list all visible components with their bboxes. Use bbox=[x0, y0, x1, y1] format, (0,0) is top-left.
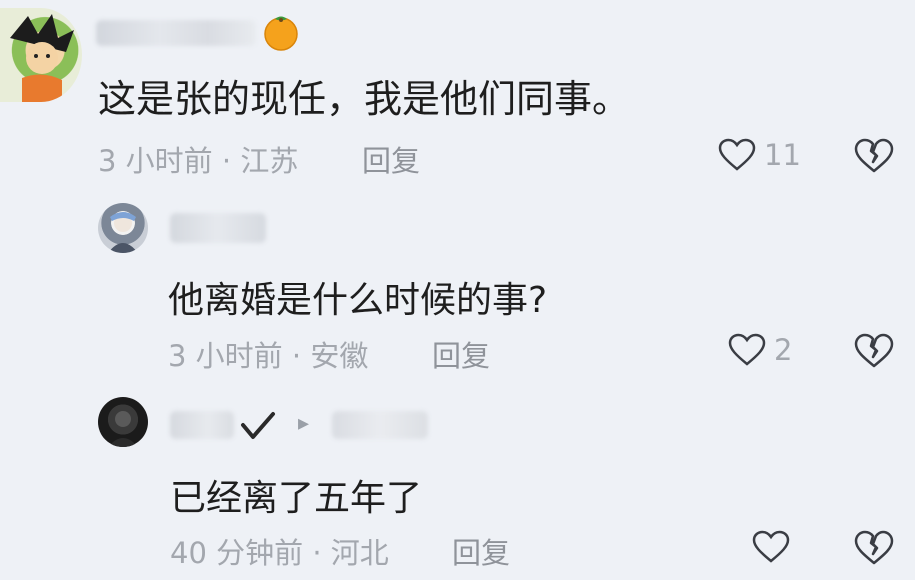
reply-button[interactable]: 回复 bbox=[362, 138, 420, 180]
person-photo-icon bbox=[108, 212, 138, 253]
like-count: 11 bbox=[764, 138, 801, 172]
cartoon-character-icon bbox=[10, 14, 74, 102]
comment-time-location: 3 小时前 · 江苏 bbox=[98, 144, 299, 178]
person-photo-icon bbox=[108, 411, 138, 447]
broken-heart-icon bbox=[854, 138, 894, 173]
tangerine-emoji-icon bbox=[260, 10, 302, 52]
verified-check-icon bbox=[240, 411, 276, 441]
reply-button[interactable]: 回复 bbox=[452, 530, 510, 572]
heart-outline-icon bbox=[718, 138, 756, 171]
broken-heart-icon bbox=[854, 333, 894, 368]
like-count: 2 bbox=[774, 333, 793, 367]
user-avatar[interactable] bbox=[98, 203, 148, 253]
dislike-button[interactable] bbox=[854, 333, 894, 369]
like-button[interactable]: 2 bbox=[728, 333, 792, 367]
broken-heart-icon bbox=[854, 530, 894, 565]
dislike-button[interactable] bbox=[854, 530, 894, 566]
comment-2: 他离婚是什么时候的事? 3 小时前 · 安徽 回复 2 bbox=[0, 185, 915, 375]
user-avatar[interactable] bbox=[0, 8, 82, 102]
user-avatar[interactable] bbox=[98, 397, 148, 447]
like-button[interactable]: 11 bbox=[718, 138, 801, 172]
comment-time-location: 3 小时前 · 安徽 bbox=[168, 339, 369, 373]
reply-to-arrow-icon: ▸ bbox=[298, 411, 310, 436]
like-button[interactable] bbox=[752, 530, 790, 564]
comment-text: 他离婚是什么时候的事? bbox=[168, 280, 548, 321]
username-blurred[interactable] bbox=[170, 213, 266, 243]
comment-text: 这是张的现任，我是他们同事。 bbox=[98, 77, 631, 121]
dislike-button[interactable] bbox=[854, 138, 894, 174]
comment-text: 已经离了五年了 bbox=[170, 478, 423, 519]
heart-outline-icon bbox=[752, 530, 790, 563]
reply-to-username-blurred[interactable] bbox=[332, 411, 428, 439]
comment-3: ▸ 已经离了五年了 40 分钟前 · 河北 回复 bbox=[0, 375, 915, 580]
heart-outline-icon bbox=[728, 333, 766, 366]
username-blurred[interactable] bbox=[170, 411, 234, 439]
comment-time-location: 40 分钟前 · 河北 bbox=[170, 536, 389, 570]
comment-1: 这是张的现任，我是他们同事。 3 小时前 · 江苏 回复 11 bbox=[0, 0, 915, 185]
username-blurred[interactable] bbox=[96, 20, 256, 46]
reply-button[interactable]: 回复 bbox=[432, 333, 490, 375]
